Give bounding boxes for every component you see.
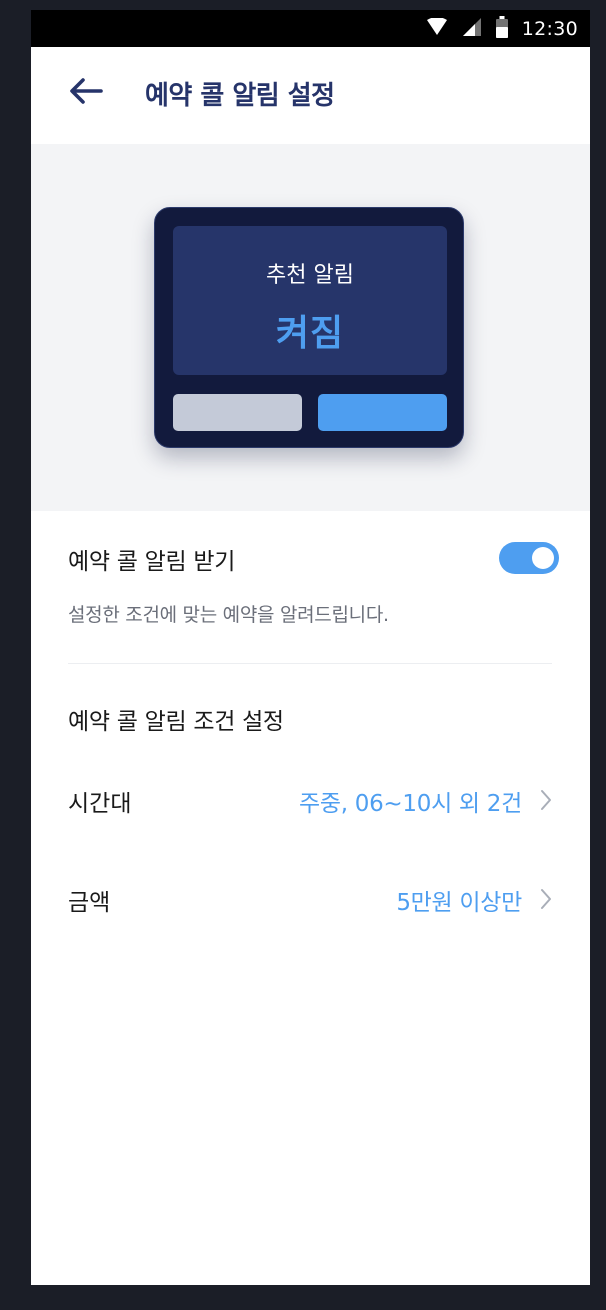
battery-icon [495, 15, 508, 42]
page-title: 예약 콜 알림 설정 [145, 81, 335, 111]
notification-toggle[interactable] [499, 542, 559, 574]
notification-description: 설정한 조건에 맞는 예약을 알려드립니다. [68, 604, 389, 626]
divider [68, 663, 552, 664]
preview-state: 켜짐 [275, 313, 345, 354]
device-left-button-shape [173, 394, 302, 431]
condition-label: 시간대 [68, 791, 132, 817]
device-screen: 추천 알림 켜짐 [173, 226, 447, 375]
arrow-left-icon [69, 78, 103, 108]
chevron-right-icon [538, 788, 554, 812]
wifi-icon [426, 16, 448, 40]
condition-row-amount[interactable]: 금액 5만원 이상만 [31, 871, 590, 931]
status-bar: 12:30 [31, 10, 590, 47]
condition-row-time[interactable]: 시간대 주중, 06~10시 외 2건 [31, 772, 590, 832]
preview-label: 추천 알림 [266, 263, 354, 288]
back-button[interactable] [63, 73, 109, 113]
device-illustration: 추천 알림 켜짐 [154, 207, 464, 448]
condition-value: 5만원 이상만 [396, 890, 522, 916]
app-bar: 예약 콜 알림 설정 [31, 47, 590, 144]
toggle-knob [532, 547, 554, 569]
notification-toggle-label: 예약 콜 알림 받기 [68, 549, 236, 575]
preview-hero: 추천 알림 켜짐 [31, 144, 590, 511]
device-right-button-shape [318, 394, 447, 431]
chevron-right-icon [538, 887, 554, 911]
status-time: 12:30 [521, 17, 578, 40]
condition-value: 주중, 06~10시 외 2건 [299, 791, 522, 817]
signal-icon [462, 17, 482, 41]
conditions-title: 예약 콜 알림 조건 설정 [68, 709, 284, 735]
condition-label: 금액 [68, 890, 111, 916]
phone-screen: 12:30 예약 콜 알림 설정 추천 알림 켜짐 예약 콜 알림 받기 설정한… [31, 10, 590, 1285]
